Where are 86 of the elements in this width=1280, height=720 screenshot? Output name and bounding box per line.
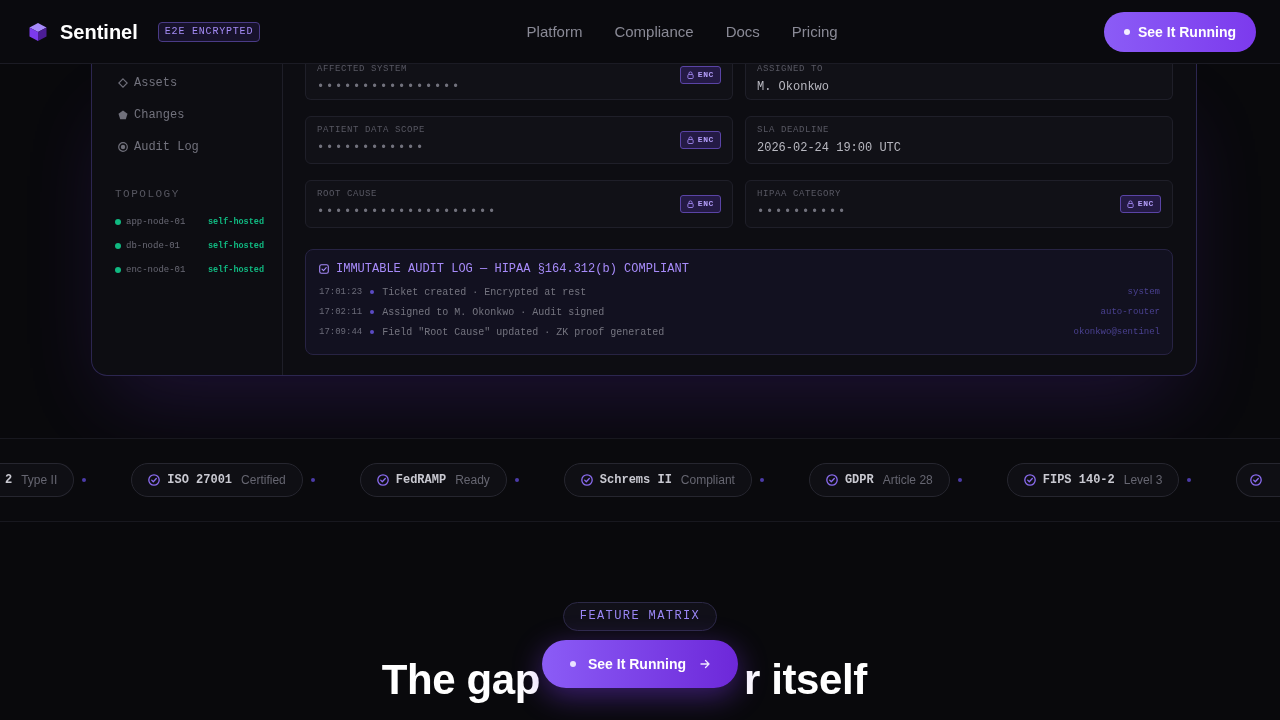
heading-text: r itself [744, 655, 867, 705]
node-tag: self-hosted [207, 241, 264, 251]
dot-icon [1187, 478, 1192, 482]
tag-label: ENC [697, 135, 714, 145]
badge-detail: Level 3 [1123, 473, 1163, 487]
field-label: PATIENT DATA SCOPE [317, 124, 426, 136]
sidebar-item[interactable]: Audit Log [110, 134, 264, 160]
log-time: 17:01:23 [319, 287, 363, 297]
dot-icon [370, 310, 375, 314]
dot-icon [514, 478, 519, 482]
cube-icon [28, 21, 48, 42]
lock-icon [1126, 200, 1134, 208]
diamond-icon [118, 78, 128, 88]
field-value: •••••••••• [757, 203, 847, 220]
log-actor: auto-router [1100, 307, 1160, 317]
dot-icon [957, 478, 962, 482]
dot-icon [82, 478, 87, 482]
badge-name: FIPS 140-2 [1042, 473, 1115, 487]
log-event: Assigned to M. Okonkwo · Audit signed [382, 306, 606, 318]
field-label: HIPAA CATEGORY [757, 188, 842, 200]
nav-link[interactable]: Platform [526, 21, 583, 42]
section-eyebrow: FEATURE MATRIX [562, 602, 718, 631]
badge-detail: Ready [455, 473, 490, 487]
nav-link[interactable]: Pricing [791, 21, 838, 42]
dot-icon [310, 478, 315, 482]
tag-label: ENC [697, 199, 714, 209]
badge-name: ISO 27001 [167, 473, 233, 487]
heading-text: The gap [381, 655, 540, 705]
field-label: ASSIGNED TO [757, 64, 824, 75]
field-value: 2026-02-24 19:00 UTC [757, 139, 902, 156]
badge-detail: Article 28 [882, 473, 933, 487]
tag-label: ENC [697, 70, 714, 80]
badge-name: 2 [5, 473, 13, 487]
checkbox-icon [319, 264, 329, 274]
dot-icon [570, 661, 576, 667]
lock-icon [686, 136, 694, 144]
field-value: •••••••••••• [317, 139, 426, 156]
badge-detail: Type II [21, 473, 58, 487]
dot-icon [1124, 28, 1130, 35]
cta-button[interactable]: See It Running [1104, 11, 1256, 52]
badge-name: Schrems II [599, 473, 672, 487]
node-name: app-node-01 [126, 217, 187, 227]
dot-icon [759, 478, 764, 482]
node-name: enc-node-01 [126, 265, 187, 275]
sidebar-item[interactable]: Changes [110, 102, 264, 128]
floating-cta-button[interactable]: See It Running [542, 640, 738, 688]
audit-log-title: IMMUTABLE AUDIT LOG — HIPAA §164.312(b) COMPLIANT [336, 261, 689, 277]
node-tag: self-hosted [207, 265, 264, 275]
nav-link[interactable]: Compliance [614, 21, 694, 42]
log-time: 17:09:44 [319, 327, 363, 337]
badge-name: FedRAMP [395, 473, 447, 487]
check-circle-icon [376, 474, 389, 486]
log-event: Ticket created · Encrypted at rest [382, 286, 588, 298]
field-label: SLA DEADLINE [757, 124, 830, 136]
check-circle-icon [1250, 474, 1263, 486]
field-value: •••••••••••••••••••• [317, 203, 498, 220]
nav-link[interactable]: Docs [725, 21, 760, 42]
pentagon-icon [118, 110, 128, 120]
tag-label: ENC [1137, 199, 1154, 209]
check-circle-icon [148, 474, 161, 486]
field-value: M. Okonkwo [757, 79, 829, 95]
brand-name: Sentinel [60, 19, 138, 44]
lock-icon [686, 71, 694, 79]
badge-detail: Compliant [680, 473, 735, 487]
check-circle-icon [1023, 474, 1036, 486]
node-tag: self-hosted [207, 217, 264, 227]
badge-name: GDPR [844, 473, 874, 487]
dot-icon [370, 290, 375, 294]
field-label: AFFECTED SYSTEM [317, 64, 408, 75]
lock-icon [686, 200, 694, 208]
sidebar-item[interactable]: Assets [110, 70, 264, 96]
field-value: •••••••••••••••• [317, 79, 462, 95]
log-actor: okonkwo@sentinel [1073, 327, 1160, 337]
log-time: 17:02:11 [319, 307, 363, 317]
check-circle-icon [580, 474, 593, 486]
arrow-right-icon [700, 659, 710, 669]
node-name: db-node-01 [126, 241, 181, 251]
log-actor: system [1127, 287, 1160, 297]
field-label: ROOT CAUSE [317, 188, 378, 200]
encryption-badge: E2E ENCRYPTED [157, 21, 261, 42]
dot-icon [370, 330, 375, 334]
topology-heading: TOPOLOGY [114, 187, 181, 201]
log-event: Field "Root Cause" updated · ZK proof generated [382, 326, 666, 338]
target-icon [118, 142, 128, 152]
badge-detail: Certified [241, 473, 286, 487]
check-circle-icon [825, 474, 838, 486]
